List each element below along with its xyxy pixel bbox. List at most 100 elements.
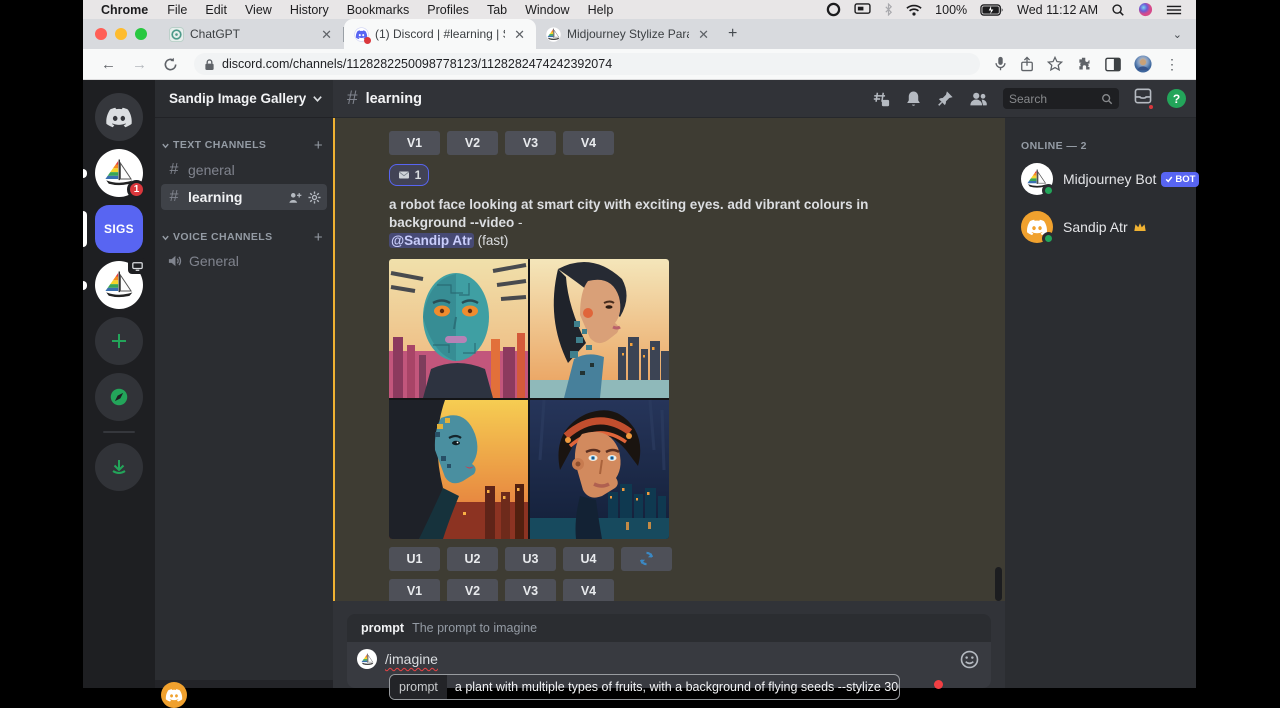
create-channel-icon[interactable]: + (314, 137, 323, 154)
category-label: VOICE CHANNELS (173, 231, 311, 243)
search-input[interactable]: Search (1003, 88, 1119, 109)
minimize-window-button[interactable] (115, 28, 127, 40)
tab-close-icon[interactable]: ✕ (695, 27, 712, 42)
side-panel-icon[interactable] (1105, 57, 1121, 72)
tab-close-icon[interactable]: ✕ (318, 27, 335, 42)
menu-view[interactable]: View (245, 3, 272, 17)
close-window-button[interactable] (95, 28, 107, 40)
channel-general[interactable]: # general (161, 157, 327, 183)
menu-window[interactable]: Window (525, 3, 569, 17)
v4-button[interactable]: V4 (563, 579, 614, 601)
explore-servers-button[interactable] (95, 373, 143, 421)
tab-discord-active[interactable]: (1) Discord | #learning | Sandip ✕ (344, 19, 536, 49)
create-channel-icon[interactable]: + (314, 229, 323, 246)
u3-button[interactable]: U3 (505, 547, 556, 571)
v1-button[interactable]: V1 (389, 579, 440, 601)
channel-name: learning (188, 189, 281, 205)
forward-button[interactable]: → (132, 56, 147, 73)
channel-voice-general[interactable]: General (161, 249, 327, 273)
threads-icon[interactable] (872, 90, 890, 108)
tab-close-icon[interactable]: ✕ (511, 27, 528, 42)
display-icon[interactable] (854, 3, 871, 16)
siri-icon[interactable] (1138, 2, 1153, 17)
menu-profiles[interactable]: Profiles (427, 3, 469, 17)
menu-bookmarks[interactable]: Bookmarks (347, 3, 410, 17)
voice-search-icon[interactable] (994, 56, 1007, 72)
battery-icon[interactable] (980, 4, 1004, 16)
category-voice-channels[interactable]: VOICE CHANNELS + (155, 226, 333, 248)
server-sailboat-streaming[interactable] (95, 261, 143, 309)
menu-edit[interactable]: Edit (205, 3, 227, 17)
user-avatar[interactable] (161, 682, 187, 708)
help-button[interactable]: ? (1167, 89, 1186, 108)
back-button[interactable]: ← (101, 56, 116, 73)
command-input-box[interactable]: /imagine prompt a plant with multiple ty… (347, 642, 991, 688)
bot-command-avatar (357, 649, 377, 669)
pinned-messages-icon[interactable] (937, 90, 954, 107)
channel-settings-gear-icon[interactable] (308, 191, 321, 204)
bookmark-star-icon[interactable] (1047, 56, 1063, 72)
notifications-bell-icon[interactable] (905, 90, 922, 108)
menu-app-name[interactable]: Chrome (101, 3, 148, 17)
menu-help[interactable]: Help (588, 3, 614, 17)
wifi-icon[interactable] (906, 4, 922, 16)
screen-record-icon[interactable] (826, 2, 841, 17)
download-apps-button[interactable] (95, 443, 143, 491)
tab-chatgpt[interactable]: ChatGPT ✕ (159, 19, 343, 49)
bluetooth-icon[interactable] (884, 3, 893, 16)
reroll-button[interactable] (621, 547, 672, 571)
chat-scrollbar-thumb[interactable] (995, 567, 1002, 601)
channel-learning-selected[interactable]: # learning (161, 184, 327, 210)
tab-label: Midjourney Stylize Parameter (567, 27, 689, 41)
address-bar[interactable]: discord.com/channels/1128282250098778123… (194, 53, 980, 75)
extensions-puzzle-icon[interactable] (1076, 56, 1092, 72)
control-center-icon[interactable] (1166, 4, 1182, 16)
share-icon[interactable] (1020, 56, 1034, 72)
v3-button[interactable]: V3 (505, 131, 556, 155)
v1-button[interactable]: V1 (389, 131, 440, 155)
profile-avatar[interactable] (1134, 55, 1152, 73)
selected-server-pill (83, 211, 87, 247)
reload-button[interactable] (163, 57, 178, 72)
emoji-picker-icon[interactable] (960, 650, 979, 674)
u1-button[interactable]: U1 (389, 547, 440, 571)
u2-button[interactable]: U2 (447, 547, 498, 571)
invite-people-icon[interactable] (288, 191, 302, 204)
menu-history[interactable]: History (290, 3, 329, 17)
envelope-reaction[interactable]: 1 (389, 164, 429, 186)
channel-title: learning (366, 91, 864, 107)
zoom-window-button[interactable] (135, 28, 147, 40)
option-value[interactable]: a plant with multiple types of fruits, w… (447, 675, 899, 699)
member-list-icon[interactable] (969, 91, 988, 107)
v4-button[interactable]: V4 (563, 131, 614, 155)
menu-file[interactable]: File (167, 3, 187, 17)
window-controls (83, 19, 159, 49)
spotlight-icon[interactable] (1111, 3, 1125, 17)
tab-label: ChatGPT (190, 27, 312, 41)
midjourney-image-grid[interactable] (389, 259, 669, 539)
tab-midjourney[interactable]: Midjourney Stylize Parameter ✕ (536, 19, 720, 49)
server-header[interactable]: Sandip Image Gallery Se... (155, 80, 333, 118)
add-server-button[interactable] (95, 317, 143, 365)
member-sandip-atr[interactable]: Sandip Atr (1013, 206, 1188, 248)
menubar-clock[interactable]: Wed 11:12 AM (1017, 3, 1098, 17)
server-sailboat-unread[interactable]: 1 (95, 149, 143, 197)
tab-search-chevron-icon[interactable]: ⌄ (1173, 28, 1196, 49)
new-tab-button[interactable]: + (720, 25, 747, 49)
discord-home-button[interactable] (95, 93, 143, 141)
user-mention[interactable]: @Sandip Atr (389, 233, 474, 248)
member-midjourney-bot[interactable]: Midjourney Bot BOT (1013, 158, 1188, 200)
chrome-menu-icon[interactable]: ⋮ (1165, 56, 1180, 73)
v2-button[interactable]: V2 (447, 579, 498, 601)
menu-tab[interactable]: Tab (487, 3, 507, 17)
imagine-command-text[interactable]: /imagine (385, 651, 438, 667)
online-status-dot (1042, 184, 1055, 197)
prompt-option-field[interactable]: prompt a plant with multiple types of fr… (389, 674, 900, 700)
u4-button[interactable]: U4 (563, 547, 614, 571)
online-count-header: ONLINE — 2 (1013, 140, 1188, 152)
category-text-channels[interactable]: TEXT CHANNELS + (155, 134, 333, 156)
inbox-button[interactable] (1134, 88, 1152, 109)
v3-button[interactable]: V3 (505, 579, 556, 601)
v2-button[interactable]: V2 (447, 131, 498, 155)
server-sigs-selected[interactable]: SIGS (95, 205, 143, 253)
